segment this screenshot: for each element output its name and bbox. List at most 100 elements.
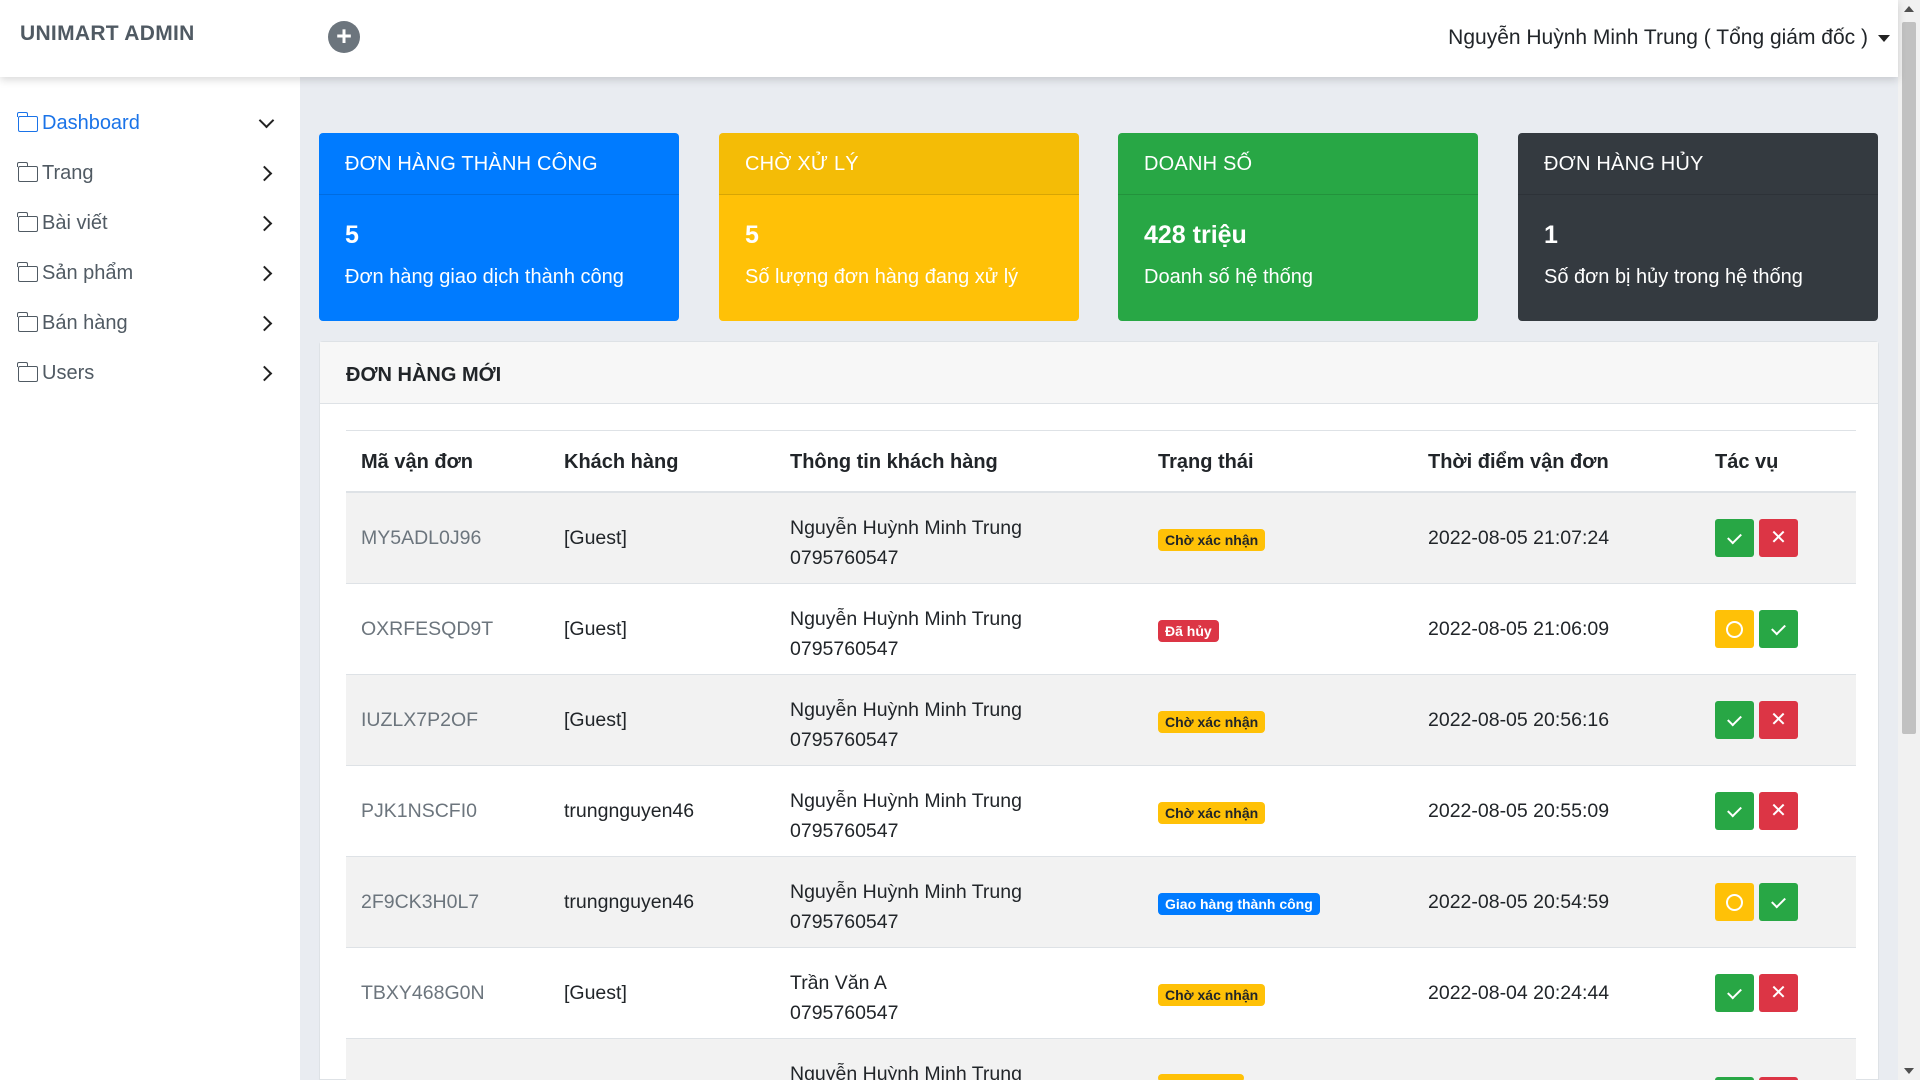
status-badge: Chờ xác nhận xyxy=(1158,529,1266,551)
customer-info: Nguyễn Huỳnh Minh Trung 0795760547 xyxy=(790,877,1022,937)
row-actions: ✕ xyxy=(1715,701,1798,739)
card-description: Số đơn bị hủy trong hệ thống xyxy=(1544,266,1803,288)
customer-name: Nguyễn Huỳnh Minh Trung xyxy=(790,699,1022,721)
check-icon xyxy=(1771,620,1786,635)
table-row: IUZLX7P2OF [Guest] Nguyễn Huỳnh Minh Tru… xyxy=(346,675,1856,766)
close-icon: ✕ xyxy=(1770,709,1787,731)
cancel-button[interactable]: ✕ xyxy=(1759,974,1798,1012)
chevron-right-icon xyxy=(256,315,273,331)
customer-name: Trần Văn A xyxy=(790,972,887,994)
cancel-button[interactable]: ✕ xyxy=(1759,792,1798,830)
caret-down-icon xyxy=(1878,34,1890,42)
customer-phone: 0795760547 xyxy=(790,820,899,842)
row-actions: ✕ xyxy=(1715,974,1798,1012)
order-code[interactable]: 2F9CK3H0L7 xyxy=(361,891,479,914)
status-cell: Đã hủy xyxy=(1158,619,1219,642)
card-description: Số lượng đơn hàng đang xử lý xyxy=(745,266,1019,288)
plus-circle-icon[interactable]: + xyxy=(328,21,360,53)
scroll-down-icon[interactable] xyxy=(1904,1068,1914,1074)
approve-button[interactable] xyxy=(1759,610,1798,648)
column-header: Mã vận đơn xyxy=(361,451,474,473)
cancel-button[interactable]: ✕ xyxy=(1759,519,1798,557)
chevron-right-icon xyxy=(256,215,273,231)
customer-phone: 0795760547 xyxy=(790,729,899,751)
order-code[interactable]: OXRFESQD9T xyxy=(361,618,493,641)
table-row: PJK1NSCFI0 trungnguyen46 Nguyễn Huỳnh Mi… xyxy=(346,766,1856,857)
sidebar-item-dashboard[interactable]: Dashboard xyxy=(17,103,278,143)
card-value: 5 xyxy=(345,221,359,249)
column-header: Thời điểm vận đơn xyxy=(1428,451,1609,473)
row-actions: ✕ xyxy=(1715,519,1798,557)
panel-title: ĐƠN HÀNG MỚI xyxy=(320,342,1878,404)
stat-card-revenue: DOANH SỐ 428 triệu Doanh số hệ thống xyxy=(1118,133,1478,321)
order-time: 2022-08-05 20:54:59 xyxy=(1428,891,1610,913)
vertical-scrollbar[interactable] xyxy=(1898,0,1920,1080)
sidebar-item-label: Sản phẩm xyxy=(42,261,134,284)
column-header: Khách hàng xyxy=(564,451,679,473)
sidebar-item-trang[interactable]: Trang xyxy=(17,153,278,193)
approve-button[interactable] xyxy=(1759,883,1798,921)
table-row: 2F9CK3H0L7 trungnguyen46 Nguyễn Huỳnh Mi… xyxy=(346,857,1856,948)
scroll-thumb[interactable] xyxy=(1902,22,1916,734)
sidebar-item-label: Bán hàng xyxy=(42,311,128,334)
card-title: ĐƠN HÀNG THÀNH CÔNG xyxy=(319,133,679,195)
status-cell: Chờ xác nhận xyxy=(1158,710,1266,733)
status-badge: Chờ xác nhận xyxy=(1158,711,1266,733)
order-code[interactable]: IUZLX7P2OF xyxy=(361,709,478,732)
pending-button[interactable] xyxy=(1715,883,1754,921)
stat-card-pending: CHỜ XỬ LÝ 5 Số lượng đơn hàng đang xử lý xyxy=(719,133,1079,321)
sidebar-item-ban-hang[interactable]: Bán hàng xyxy=(17,303,278,343)
customer-phone: 0795760547 xyxy=(790,1002,899,1024)
card-description: Doanh số hệ thống xyxy=(1144,266,1314,288)
sidebar-item-san-pham[interactable]: Sản phẩm xyxy=(17,253,278,293)
folder-icon xyxy=(17,212,38,232)
brand-logo[interactable]: UNIMART ADMIN xyxy=(20,22,195,46)
circle-icon xyxy=(1726,620,1743,638)
sidebar-item-users[interactable]: Users xyxy=(17,353,278,393)
card-title: DOANH SỐ xyxy=(1118,133,1478,195)
card-value: 1 xyxy=(1544,221,1558,249)
sidebar-item-label: Users xyxy=(42,361,95,384)
table-row: MY5ADL0J96 [Guest] Nguyễn Huỳnh Minh Tru… xyxy=(346,493,1856,584)
folder-icon xyxy=(17,112,38,132)
user-menu[interactable]: Nguyễn Huỳnh Minh Trung ( Tổng giám đốc … xyxy=(1448,26,1890,50)
sidebar-item-bai-viet[interactable]: Bài viết xyxy=(17,203,278,243)
approve-button[interactable] xyxy=(1715,519,1754,557)
order-code[interactable]: MY5ADL0J96 xyxy=(361,527,481,550)
approve-button[interactable] xyxy=(1715,974,1754,1012)
order-time: 2022-08-05 21:06:09 xyxy=(1428,618,1610,640)
customer: [Guest] xyxy=(564,618,627,640)
approve-button[interactable] xyxy=(1715,792,1754,830)
customer-info: Nguyễn Huỳnh Minh Trung 0795760547 xyxy=(790,786,1022,846)
approve-button[interactable] xyxy=(1715,701,1754,739)
status-cell: Giao hàng thành công xyxy=(1158,892,1320,915)
folder-icon xyxy=(17,262,38,282)
stat-card-cancelled: ĐƠN HÀNG HỦY 1 Số đơn bị hủy trong hệ th… xyxy=(1518,133,1878,321)
customer-name: Nguyễn Huỳnh Minh Trung xyxy=(790,881,1022,903)
order-code[interactable]: PJK1NSCFI0 xyxy=(361,800,477,823)
status-cell: Chờ xác nhận xyxy=(1158,983,1266,1006)
customer-info: Nguyễn Huỳnh Minh Trung 0795760547 xyxy=(790,604,1022,664)
orders-table: Mã vận đơn Khách hàng Thông tin khách hà… xyxy=(346,430,1856,1080)
pending-button[interactable] xyxy=(1715,610,1754,648)
scroll-up-icon[interactable] xyxy=(1904,6,1914,12)
table-header: Mã vận đơn Khách hàng Thông tin khách hà… xyxy=(346,431,1856,493)
customer-name: Nguyễn Huỳnh Minh Trung xyxy=(790,608,1022,630)
cancel-button[interactable]: ✕ xyxy=(1759,701,1798,739)
order-code[interactable]: TBXY468G0N xyxy=(361,982,485,1005)
folder-icon xyxy=(17,162,38,182)
customer-name: Nguyễn Huỳnh Minh Trung xyxy=(790,1063,1022,1080)
user-name: Nguyễn Huỳnh Minh Trung ( Tổng giám đốc … xyxy=(1448,26,1868,49)
chevron-right-icon xyxy=(256,265,273,281)
check-icon xyxy=(1727,711,1742,726)
sidebar: Dashboard Trang Bài viết Sản phẩm Bán hà… xyxy=(0,77,300,1080)
customer-phone: 0795760547 xyxy=(790,911,899,933)
status-badge xyxy=(1158,1074,1244,1080)
customer-phone: 0795760547 xyxy=(790,638,899,660)
check-icon xyxy=(1727,529,1742,544)
order-time: 2022-08-04 20:24:44 xyxy=(1428,982,1610,1004)
circle-icon xyxy=(1726,893,1743,911)
close-icon: ✕ xyxy=(1770,800,1787,822)
row-actions: ✕ xyxy=(1715,792,1798,830)
customer-name: Nguyễn Huỳnh Minh Trung xyxy=(790,790,1022,812)
